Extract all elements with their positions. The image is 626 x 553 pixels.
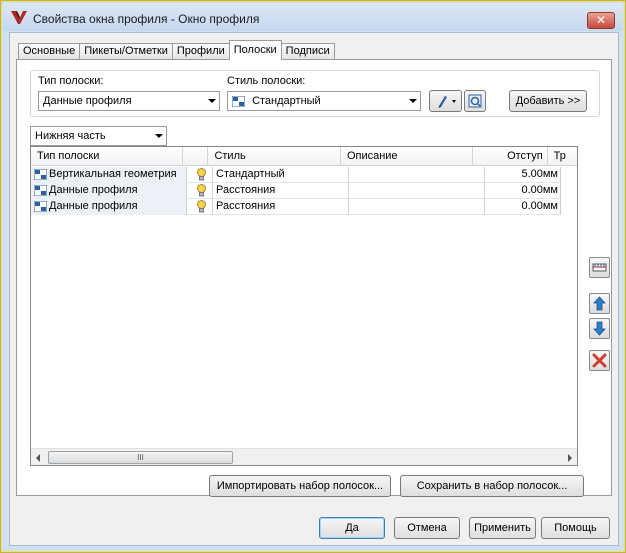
tab-labels[interactable]: Подписи (280, 43, 335, 59)
lightbulb-icon (196, 167, 206, 181)
band-type-label: Тип полоски: (38, 75, 104, 87)
band-style-label: Стиль полоски: (227, 75, 306, 87)
style-edit-icon (438, 96, 456, 108)
band-type-text: Данные профиля (49, 200, 138, 212)
offset-cell[interactable]: 0.00мм (485, 199, 561, 215)
band-type-icon (232, 95, 245, 107)
tab-general[interactable]: Основные (18, 43, 81, 59)
band-type-icon (33, 184, 48, 197)
chevron-down-icon (208, 99, 216, 103)
scroll-thumb[interactable]: III (48, 451, 233, 464)
visibility-cell[interactable] (187, 199, 213, 215)
tab-strip: Основные Пикеты/Отметки Профили Полоски … (18, 40, 335, 60)
band-type-cell: Вертикальная геометрия (31, 167, 187, 183)
profile-window-icon (11, 11, 27, 24)
table-header: Тип полоски Стиль Описание Отступ Тр (31, 147, 577, 166)
match-settings-button[interactable] (589, 257, 610, 278)
style-preview-icon (468, 94, 482, 108)
band-type-text: Данные профиля (49, 184, 138, 196)
close-button[interactable]: ✕ (587, 12, 615, 29)
style-preview-button[interactable] (464, 90, 486, 112)
import-bandset-button[interactable]: Импортировать набор полосок... (209, 475, 391, 497)
style-cell[interactable]: Расстояния (213, 183, 349, 199)
band-type-cell: Данные профиля (31, 183, 187, 199)
dialog-client: Основные Пикеты/Отметки Профили Полоски … (9, 32, 619, 546)
lightbulb-icon (196, 183, 206, 197)
offset-cell[interactable]: 0.00мм (485, 183, 561, 199)
move-down-icon (593, 321, 606, 336)
column-header-visibility[interactable] (183, 147, 209, 166)
band-style-value: Стандартный (252, 95, 321, 107)
offset-cell[interactable]: 5.00мм (485, 167, 561, 183)
scroll-right-icon[interactable] (568, 454, 572, 462)
horizontal-scrollbar[interactable]: III (31, 448, 577, 465)
column-header-description[interactable]: Описание (341, 147, 474, 166)
location-value: Нижняя часть (35, 130, 106, 142)
help-button[interactable]: Помощь (541, 517, 610, 539)
band-type-text: Вертикальная геометрия (49, 168, 177, 180)
match-settings-icon (592, 263, 607, 272)
tab-stations[interactable]: Пикеты/Отметки (79, 43, 173, 59)
band-type-icon (33, 200, 48, 213)
visibility-cell[interactable] (187, 167, 213, 183)
move-up-icon (593, 296, 606, 311)
delete-band-button[interactable] (589, 350, 610, 371)
band-type-value: Данные профиля (43, 95, 132, 107)
table-row[interactable]: Вертикальная геометрия Стандартный 5.00м… (31, 167, 561, 183)
window-title: Свойства окна профиля - Окно профиля (33, 12, 260, 26)
cancel-button[interactable]: Отмена (394, 517, 460, 539)
band-style-select[interactable]: Стандартный (227, 91, 421, 111)
description-cell[interactable] (349, 199, 485, 215)
dialog-window: Свойства окна профиля - Окно профиля ✕ О… (0, 0, 626, 553)
ok-button[interactable]: Да (319, 517, 385, 539)
band-type-cell: Данные профиля (31, 199, 187, 215)
table-row[interactable]: Данные профиля Расстояния 0.00мм (31, 199, 561, 215)
description-cell[interactable] (349, 167, 485, 183)
apply-button[interactable]: Применить (469, 517, 536, 539)
delete-icon (592, 353, 607, 368)
scroll-left-icon[interactable] (36, 454, 40, 462)
visibility-cell[interactable] (187, 183, 213, 199)
style-cell[interactable]: Расстояния (213, 199, 349, 215)
description-cell[interactable] (349, 183, 485, 199)
table-row[interactable]: Данные профиля Расстояния 0.00мм (31, 183, 561, 199)
lightbulb-icon (196, 199, 206, 213)
save-bandset-button[interactable]: Сохранить в набор полосок... (400, 475, 584, 497)
band-type-icon (33, 168, 48, 181)
move-up-button[interactable] (589, 293, 610, 314)
location-select[interactable]: Нижняя часть (30, 126, 167, 146)
style-edit-button[interactable] (429, 90, 462, 112)
bands-table: Тип полоски Стиль Описание Отступ Тр Вер… (30, 146, 578, 466)
band-type-select[interactable]: Данные профиля (38, 91, 220, 111)
column-header-style[interactable]: Стиль (208, 147, 341, 166)
column-header-type[interactable]: Тип полоски (31, 147, 183, 166)
add-band-button[interactable]: Добавить >> (509, 90, 587, 112)
title-bar[interactable]: Свойства окна профиля - Окно профиля ✕ (3, 3, 623, 31)
column-header-offset[interactable]: Отступ (473, 147, 548, 166)
chevron-down-icon (155, 134, 163, 138)
tab-bands[interactable]: Полоски (228, 40, 282, 60)
band-settings-group: Тип полоски: Данные профиля Стиль полоск… (30, 70, 600, 117)
chevron-down-icon (409, 99, 417, 103)
bands-panel: Тип полоски: Данные профиля Стиль полоск… (16, 59, 612, 497)
move-down-button[interactable] (589, 318, 610, 339)
tab-profiles[interactable]: Профили (171, 43, 230, 59)
column-header-next[interactable]: Тр (548, 147, 577, 166)
style-cell[interactable]: Стандартный (213, 167, 349, 183)
